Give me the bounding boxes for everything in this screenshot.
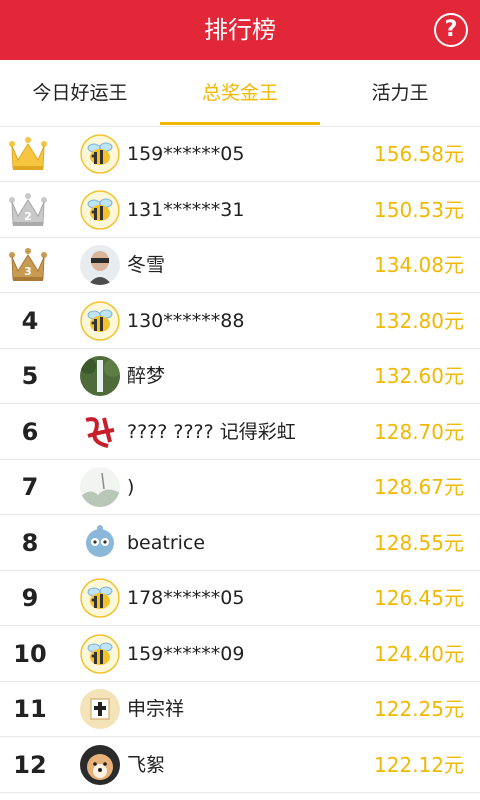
prize-amount: 128.70元 xyxy=(374,419,464,444)
user-name: 冬雪 xyxy=(127,254,166,276)
ranking-row[interactable]: 3 冬雪 134.08元 xyxy=(0,238,480,293)
landscape-avatar[interactable] xyxy=(80,467,120,507)
rank-number: 11 xyxy=(13,695,47,723)
tab-today-lucky[interactable]: 今日好运王 xyxy=(0,60,160,126)
bee-avatar[interactable] xyxy=(80,633,120,674)
user-name: 130******88 xyxy=(127,309,245,332)
gold-crown-icon xyxy=(8,136,48,172)
user-name: 申宗祥 xyxy=(127,698,185,720)
bee-avatar[interactable] xyxy=(80,189,120,230)
bee-avatar[interactable] xyxy=(80,300,120,341)
active-tab-indicator xyxy=(160,122,320,125)
rank-number: 12 xyxy=(13,750,47,779)
help-icon[interactable]: ? xyxy=(434,13,468,47)
prize-amount: 122.12元 xyxy=(374,752,464,777)
bee-avatar[interactable] xyxy=(80,134,120,174)
prize-amount: 128.55元 xyxy=(374,530,464,555)
prize-amount: 132.80元 xyxy=(374,308,464,333)
prize-amount: 156.58元 xyxy=(374,142,464,166)
rank-number: 4 xyxy=(21,306,39,335)
ranking-row[interactable]: 10 159******09 124.40元 xyxy=(0,627,480,682)
ranking-row[interactable]: 6 ???? ???? 记得彩虹 128.70元 xyxy=(0,405,480,460)
user-name: beatrice xyxy=(127,531,206,554)
prize-amount: 134.08元 xyxy=(374,253,464,277)
ranking-row[interactable]: 159******05 156.58元 xyxy=(0,127,480,182)
user-name: 178******05 xyxy=(127,587,245,609)
bronze-crown-icon: 3 xyxy=(8,247,48,283)
rank-number: 9 xyxy=(21,584,39,612)
prize-amount: 122.25元 xyxy=(374,697,464,721)
ranking-row[interactable]: 2 131******31 150.53元 xyxy=(0,183,480,238)
prize-amount: 126.45元 xyxy=(374,586,464,610)
tab-bar: 今日好运王 总奖金王 活力王 xyxy=(0,60,480,127)
user-name: 159******09 xyxy=(127,642,245,665)
rank-number: 8 xyxy=(21,528,39,557)
bee-avatar[interactable] xyxy=(80,578,120,618)
svg-text:2: 2 xyxy=(24,210,32,223)
svg-text:3: 3 xyxy=(24,265,32,278)
user-name: 159******05 xyxy=(127,143,245,165)
page-title: 排行榜 xyxy=(204,16,276,44)
ranking-row[interactable]: 9 178******05 126.45元 xyxy=(0,571,480,626)
user-name: ) xyxy=(127,476,135,498)
prize-amount: 150.53元 xyxy=(374,197,464,222)
ranking-row[interactable]: 8 beatrice 128.55元 xyxy=(0,516,480,571)
ranking-row[interactable]: 11 申宗祥 122.25元 xyxy=(0,682,480,737)
ranking-row[interactable]: 5 醉梦 132.60元 xyxy=(0,349,480,404)
user-name: 飞絮 xyxy=(127,753,166,776)
user-name: 131******31 xyxy=(127,198,245,221)
waterfall-avatar[interactable] xyxy=(80,356,120,396)
ranking-row[interactable]: 4 130******88 132.80元 xyxy=(0,294,480,349)
rank-number: 7 xyxy=(21,473,39,501)
user-name: 醉梦 xyxy=(127,365,166,387)
tab-total-prize[interactable]: 总奖金王 xyxy=(160,60,320,126)
calligraphy-avatar[interactable] xyxy=(80,411,120,452)
seal-avatar[interactable] xyxy=(80,689,120,729)
rank-number: 6 xyxy=(21,417,39,446)
dog-avatar[interactable] xyxy=(80,744,120,785)
silver-crown-icon: 2 xyxy=(8,192,48,228)
prize-amount: 124.40元 xyxy=(374,641,464,666)
prize-amount: 128.67元 xyxy=(374,475,464,499)
cartoon-avatar[interactable] xyxy=(80,522,120,563)
app-header: 排行榜 ? xyxy=(0,0,480,60)
ranking-row[interactable]: 12 飞絮 122.12元 xyxy=(0,738,480,793)
rank-number: 10 xyxy=(13,639,47,668)
tab-vitality[interactable]: 活力王 xyxy=(320,60,480,126)
ranking-row[interactable]: 7 ) 128.67元 xyxy=(0,460,480,515)
user-name: ???? ???? 记得彩虹 xyxy=(127,420,296,443)
prize-amount: 132.60元 xyxy=(374,364,464,388)
photo-avatar[interactable] xyxy=(80,245,120,285)
rank-number: 5 xyxy=(21,362,39,390)
